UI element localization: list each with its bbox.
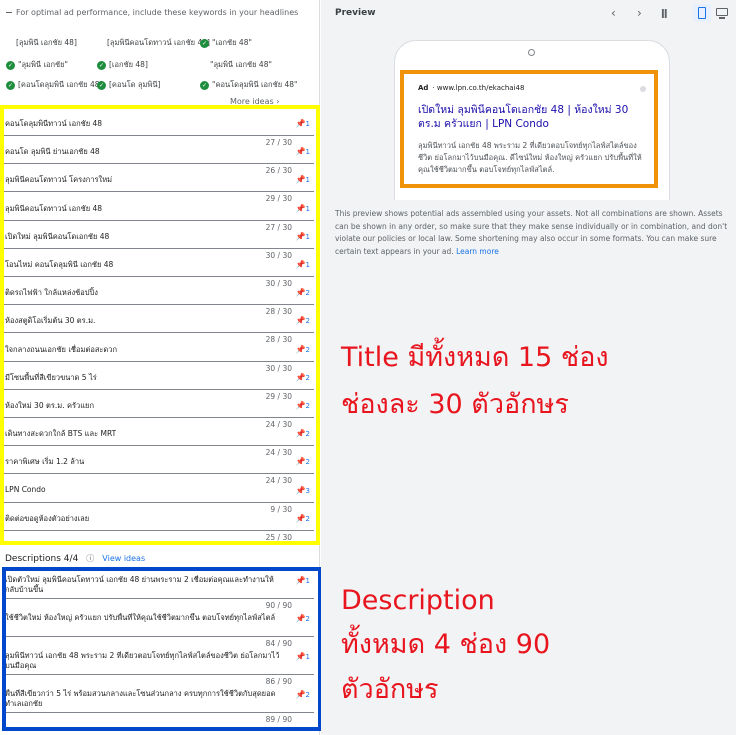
- headline-highlight-box: [0, 105, 320, 545]
- check-icon: ✓: [6, 60, 15, 70]
- keyword-chip[interactable]: ✓ "ลุมพินี เอกชัย": [6, 59, 68, 71]
- check-icon: ✓: [97, 60, 106, 70]
- desktop-device-icon[interactable]: [713, 4, 731, 22]
- desc-annotation-line2: ทั้งหมด 4 ช่อง 90: [341, 629, 551, 660]
- learn-more-link[interactable]: Learn more: [456, 247, 499, 256]
- title-annotation-line1: Title มีทั้งหมด 15 ช่อง: [341, 342, 609, 373]
- keyword-text: [เอกชัย 48]: [109, 60, 148, 69]
- keyword-text: [คอนโดลุมพินี เอกชัย 48]: [18, 80, 103, 89]
- keyword-tip-text: For optimal ad performance, include thes…: [16, 8, 299, 17]
- previous-icon[interactable]: ‹: [611, 6, 616, 20]
- keyword-chip[interactable]: [ลุมพินีคอนโดทาวน์ เอกชัย 48]: [107, 37, 210, 49]
- keyword-text: [ลุมพินีคอนโดทาวน์ เอกชัย 48]: [107, 38, 210, 47]
- preview-label: Preview: [335, 8, 376, 18]
- keyword-text: "เอกชัย 48": [212, 38, 252, 47]
- mobile-device-icon[interactable]: [693, 4, 711, 22]
- pause-icon[interactable]: ǁ: [661, 8, 668, 19]
- asset-editor-panel: For optimal ad performance, include thes…: [0, 0, 322, 735]
- desc-annotation-line1: Description: [341, 585, 495, 616]
- keyword-text: [ลุมพินี เอกชัย 48]: [16, 38, 77, 47]
- collapse-icon[interactable]: [6, 12, 12, 13]
- ad-url-line: Ad · www.lpn.co.th/ekachai48: [418, 84, 524, 92]
- ad-url: www.lpn.co.th/ekachai48: [436, 84, 525, 92]
- check-icon: ✓: [200, 38, 209, 48]
- keyword-chip[interactable]: "ลุมพินี เอกชัย 48": [210, 59, 272, 71]
- keyword-tip: For optimal ad performance, include thes…: [6, 8, 298, 17]
- next-icon[interactable]: ›: [637, 6, 642, 20]
- descriptions-label: Descriptions 4/4: [5, 553, 79, 564]
- desc-annotation-line3: ตัวอักษร: [341, 674, 439, 705]
- ad-preview-card: Ad · www.lpn.co.th/ekachai48 เปิดใหม่ ลุม…: [400, 70, 658, 188]
- check-icon: ✓: [97, 80, 106, 90]
- keyword-chip[interactable]: [ลุมพินี เอกชัย 48]: [16, 37, 77, 49]
- keyword-text: "คอนโดลุมพินี เอกชัย 48": [212, 80, 298, 89]
- keyword-text: "ลุมพินี เอกชัย": [18, 60, 68, 69]
- ad-badge: Ad: [418, 84, 429, 92]
- keyword-text: [คอนโด ลุมพินี]: [109, 80, 161, 89]
- ad-description: ลุมพินีทาวน์ เอกชัย 48 พระราม 2 ที่เดียว…: [418, 141, 642, 174]
- help-icon[interactable]: ⓘ: [86, 553, 94, 564]
- descriptions-header: Descriptions 4/4 ⓘ View ideas: [5, 553, 145, 564]
- keyword-chip[interactable]: ✓ "เอกชัย 48": [200, 37, 252, 49]
- ad-title[interactable]: เปิดใหม่ ลุมพินีคอนโดเอกชัย 48 | ห้องใหม…: [418, 103, 642, 131]
- check-icon: ✓: [6, 80, 15, 90]
- camera-icon: [528, 49, 535, 56]
- info-icon: [640, 86, 646, 92]
- view-ideas-link[interactable]: View ideas: [102, 554, 145, 563]
- keyword-chip[interactable]: ✓ [คอนโด ลุมพินี]: [97, 79, 160, 91]
- check-icon: ✓: [200, 80, 209, 90]
- title-annotation-line2: ช่องละ 30 ตัวอักษร: [341, 389, 569, 420]
- keyword-chip[interactable]: ✓ [เอกชัย 48]: [97, 59, 148, 71]
- keyword-text: "ลุมพินี เอกชัย 48": [210, 60, 272, 69]
- preview-notice: This preview shows potential ads assembl…: [335, 208, 730, 258]
- description-highlight-box: [2, 567, 322, 731]
- keyword-chip[interactable]: ✓ "คอนโดลุมพินี เอกชัย 48": [200, 79, 297, 91]
- notice-text: This preview shows potential ads assembl…: [335, 209, 728, 256]
- keyword-chip[interactable]: ✓ [คอนโดลุมพินี เอกชัย 48]: [6, 79, 102, 91]
